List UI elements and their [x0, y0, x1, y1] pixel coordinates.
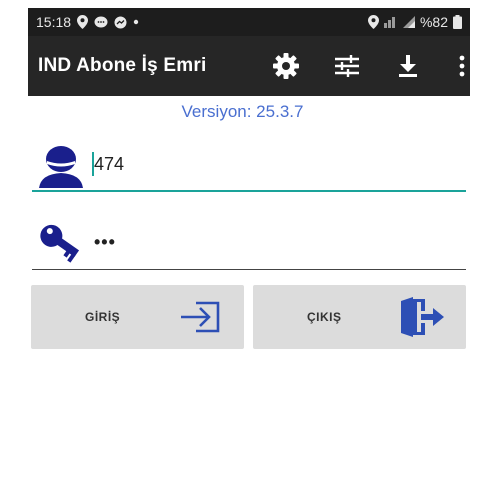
status-time: 15:18 [36, 14, 72, 30]
signal-icon [402, 16, 415, 28]
app-title: IND Abone İş Emri [38, 55, 207, 76]
status-bar: 15:18 %82 [28, 8, 470, 36]
username-row [32, 136, 466, 192]
text-cursor [92, 152, 94, 176]
login-button-label: GİRİŞ [85, 310, 121, 324]
user-icon [36, 144, 86, 188]
exit-button[interactable]: ÇIKIŞ [253, 285, 466, 349]
chat-bubble-icon [94, 16, 108, 29]
battery-percent: %82 [419, 14, 448, 30]
login-button[interactable]: GİRİŞ [31, 285, 244, 349]
location-icon [77, 15, 89, 29]
exit-button-label: ÇIKIŞ [307, 310, 342, 324]
network-icon [383, 16, 398, 28]
settings-button[interactable] [270, 50, 302, 82]
app-bar: IND Abone İş Emri [28, 36, 470, 96]
gear-icon [273, 53, 299, 79]
screen: 15:18 %82 IND Abone İş Emri Versiyon: 25… [0, 0, 485, 495]
password-field[interactable] [90, 222, 454, 262]
filter-settings-button[interactable] [331, 50, 363, 82]
download-icon [399, 55, 417, 77]
location-icon [367, 15, 379, 29]
download-button[interactable] [392, 50, 424, 82]
sliders-icon [335, 55, 359, 77]
more-options-button[interactable] [446, 50, 478, 82]
more-vert-icon [459, 55, 465, 77]
username-field[interactable] [90, 144, 454, 184]
login-icon [178, 295, 224, 339]
password-underline [32, 269, 466, 270]
notification-dot-icon [133, 19, 139, 25]
username-underline [32, 190, 466, 192]
password-row [32, 214, 466, 270]
key-icon [36, 222, 86, 266]
version-label: Versiyon: 25.3.7 [181, 102, 304, 121]
exit-door-icon [399, 295, 445, 339]
messenger-icon [114, 16, 127, 29]
battery-icon [453, 15, 462, 29]
